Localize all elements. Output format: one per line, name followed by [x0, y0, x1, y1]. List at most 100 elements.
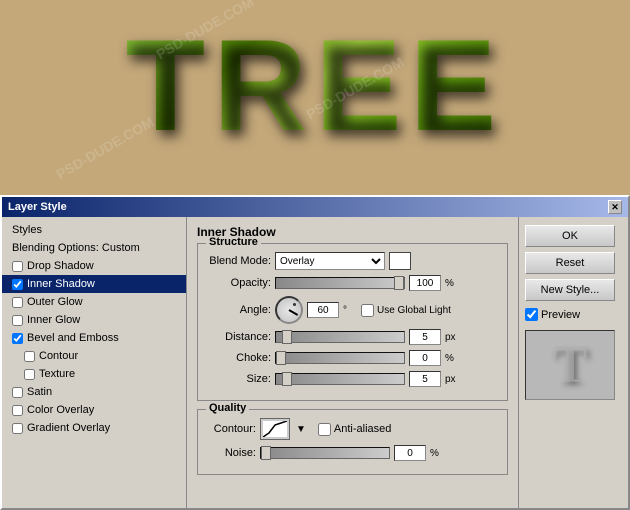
distance-label: Distance: — [206, 331, 271, 343]
sidebar-label-inner-glow: Inner Glow — [27, 314, 80, 326]
preview-label-row: Preview — [525, 308, 622, 321]
preview-char: T — [553, 336, 588, 395]
preview-checkbox[interactable] — [525, 308, 538, 321]
size-unit: px — [445, 374, 459, 385]
blend-mode-select[interactable]: Overlay Normal Multiply Screen — [275, 252, 385, 270]
sidebar-label-styles: Styles — [12, 224, 42, 236]
distance-slider-container: px — [275, 329, 459, 345]
sidebar-item-texture[interactable]: Texture — [2, 365, 186, 383]
ok-button[interactable]: OK — [525, 225, 615, 247]
noise-value-input[interactable] — [394, 445, 426, 461]
contour-preview — [263, 421, 287, 437]
quality-title: Quality — [206, 402, 249, 414]
distance-unit: px — [445, 332, 459, 343]
sidebar-label-satin: Satin — [27, 386, 52, 398]
angle-value-input[interactable] — [307, 302, 339, 318]
size-label: Size: — [206, 373, 271, 385]
choke-row: Choke: % — [206, 350, 499, 366]
noise-label: Noise: — [206, 447, 256, 459]
drop-shadow-checkbox[interactable] — [12, 261, 23, 272]
inner-glow-checkbox[interactable] — [12, 315, 23, 326]
distance-value-input[interactable] — [409, 329, 441, 345]
sidebar-item-color-overlay[interactable]: Color Overlay — [2, 401, 186, 419]
sidebar-label-gradient-overlay: Gradient Overlay — [27, 422, 110, 434]
inner-shadow-checkbox[interactable] — [12, 279, 23, 290]
tree-text: TREE — [126, 10, 505, 160]
contour-dropdown-arrow[interactable]: ▼ — [296, 424, 306, 435]
texture-checkbox[interactable] — [24, 369, 35, 380]
opacity-unit: % — [445, 278, 459, 289]
sidebar-item-bevel-emboss[interactable]: Bevel and Emboss — [2, 329, 186, 347]
noise-row: Noise: % — [206, 445, 499, 461]
angle-dot — [293, 303, 296, 306]
size-value-input[interactable] — [409, 371, 441, 387]
dialog-body: Styles Blending Options: Custom Drop Sha… — [2, 217, 628, 508]
sidebar-label-drop-shadow: Drop Shadow — [27, 260, 94, 272]
structure-title: Structure — [206, 236, 261, 248]
noise-slider[interactable] — [260, 447, 390, 459]
angle-unit: ° — [343, 305, 357, 316]
blend-color-swatch[interactable] — [389, 252, 411, 270]
sidebar-item-outer-glow[interactable]: Outer Glow — [2, 293, 186, 311]
size-row: Size: px — [206, 371, 499, 387]
sidebar-item-inner-shadow[interactable]: Inner Shadow — [2, 275, 186, 293]
angle-dial[interactable] — [275, 296, 303, 324]
canvas-area: TREE PSD-DUDE.COM PSD-DUDE.COM PSD-DUDE.… — [0, 0, 630, 195]
choke-label: Choke: — [206, 352, 271, 364]
noise-unit: % — [430, 448, 444, 459]
opacity-row: Opacity: % — [206, 275, 499, 291]
angle-label: Angle: — [206, 304, 271, 316]
contour-checkbox[interactable] — [24, 351, 35, 362]
distance-row: Distance: px — [206, 329, 499, 345]
sidebar-item-styles[interactable]: Styles — [2, 221, 186, 239]
choke-value-input[interactable] — [409, 350, 441, 366]
sidebar-item-drop-shadow[interactable]: Drop Shadow — [2, 257, 186, 275]
dialog-title: Layer Style — [8, 201, 67, 213]
angle-control: ° Use Global Light — [275, 296, 451, 324]
outer-glow-checkbox[interactable] — [12, 297, 23, 308]
gradient-overlay-checkbox[interactable] — [12, 423, 23, 434]
opacity-slider-container: % — [275, 275, 459, 291]
choke-slider-container: % — [275, 350, 459, 366]
angle-needle — [289, 309, 299, 316]
reset-button[interactable]: Reset — [525, 252, 615, 274]
global-light-checkbox[interactable] — [361, 304, 374, 317]
satin-checkbox[interactable] — [12, 387, 23, 398]
sidebar-label-inner-shadow: Inner Shadow — [27, 278, 95, 290]
sidebar-item-satin[interactable]: Satin — [2, 383, 186, 401]
opacity-value-input[interactable] — [409, 275, 441, 291]
color-overlay-checkbox[interactable] — [12, 405, 23, 416]
global-light-control: Use Global Light — [361, 304, 451, 317]
contour-swatch[interactable] — [260, 418, 290, 440]
sidebar-item-blending[interactable]: Blending Options: Custom — [2, 239, 186, 257]
noise-slider-container: % — [260, 445, 444, 461]
sidebar-item-contour[interactable]: Contour — [2, 347, 186, 365]
sidebar-label-bevel-emboss: Bevel and Emboss — [27, 332, 119, 344]
distance-slider[interactable] — [275, 331, 405, 343]
sidebar-label-blending: Blending Options: Custom — [12, 242, 140, 254]
preview-box: T — [525, 330, 615, 400]
choke-slider[interactable] — [275, 352, 405, 364]
layer-style-dialog: Layer Style ✕ Styles Blending Options: C… — [0, 195, 630, 510]
opacity-label: Opacity: — [206, 277, 271, 289]
blend-mode-label: Blend Mode: — [206, 255, 271, 267]
sidebar-item-inner-glow[interactable]: Inner Glow — [2, 311, 186, 329]
close-button[interactable]: ✕ — [608, 200, 622, 214]
size-slider-container: px — [275, 371, 459, 387]
bevel-emboss-checkbox[interactable] — [12, 333, 23, 344]
sidebar-label-outer-glow: Outer Glow — [27, 296, 83, 308]
structure-group: Structure Blend Mode: Overlay Normal Mul… — [197, 243, 508, 401]
anti-alias-checkbox[interactable] — [318, 423, 331, 436]
sidebar-item-gradient-overlay[interactable]: Gradient Overlay — [2, 419, 186, 437]
anti-alias-control: Anti-aliased — [318, 423, 391, 436]
preview-label-text: Preview — [541, 309, 580, 321]
sidebar-label-texture: Texture — [39, 368, 75, 380]
new-style-button[interactable]: New Style... — [525, 279, 615, 301]
quality-group: Quality Contour: ▼ Anti-aliased — [197, 409, 508, 475]
left-panel: Styles Blending Options: Custom Drop Sha… — [2, 217, 187, 508]
opacity-slider[interactable] — [275, 277, 405, 289]
size-slider[interactable] — [275, 373, 405, 385]
global-light-label: Use Global Light — [377, 305, 451, 316]
choke-unit: % — [445, 353, 459, 364]
right-panel: OK Reset New Style... Preview T — [518, 217, 628, 508]
